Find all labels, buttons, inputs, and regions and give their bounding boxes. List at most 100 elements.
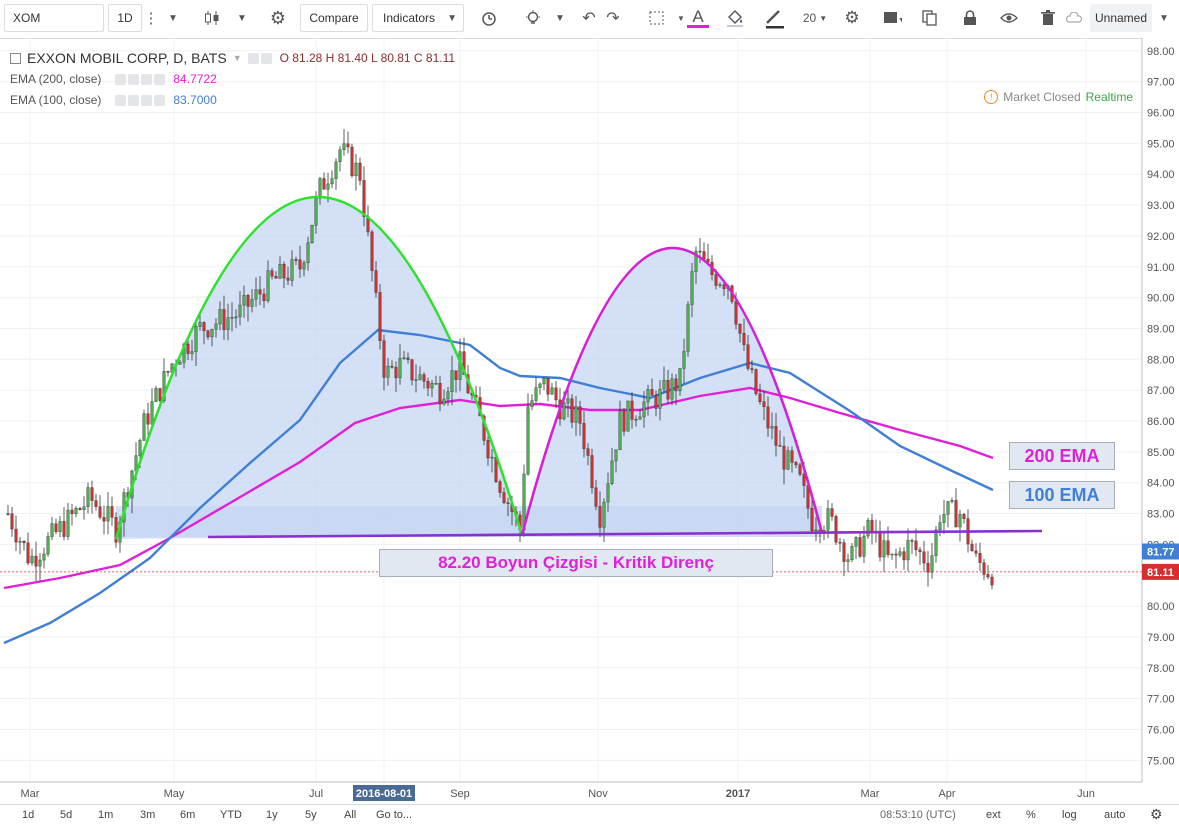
legend-ema100[interactable]: EMA (100, close) 83.7000 [10,93,217,107]
pencil-icon[interactable] [758,4,790,32]
candle-body [402,357,406,360]
candle-body [562,402,566,420]
range-button-3m[interactable]: 3m [136,809,159,821]
candle [854,536,858,560]
text-color-icon[interactable]: A [684,4,712,32]
interval-select[interactable]: 1D [108,4,142,32]
candle-body [546,377,550,395]
candle-body [310,224,314,244]
legend-action-icons[interactable] [247,51,274,65]
compare-button[interactable]: Compare [300,4,368,32]
option-button-log[interactable]: log [1058,809,1081,821]
candle [990,573,994,590]
collapse-icon[interactable] [10,52,21,64]
lock-icon[interactable] [956,4,984,32]
candle-body [238,304,242,318]
time-tick-label: Mar [21,788,40,800]
range-button-1d[interactable]: 1d [18,809,38,821]
candle-body [702,251,706,260]
candle [942,499,946,534]
settings-gear-icon[interactable]: ⚙ [1146,806,1167,823]
ema200-action-icons[interactable] [115,72,167,86]
trash-icon[interactable] [1034,4,1062,32]
candle [310,224,314,244]
chart-area[interactable]: 75.0076.0077.0078.0079.0080.0081.0082.00… [0,38,1179,807]
candle [846,553,850,572]
title-dropdown-icon[interactable]: ▼ [233,53,242,63]
option-button-auto[interactable]: auto [1100,809,1129,821]
cloud-icon[interactable] [1064,4,1084,32]
compare-label: Compare [309,11,359,25]
candle-body [6,513,10,515]
candle-body [606,483,610,503]
line-width-select[interactable]: 20 ▼ [798,4,832,32]
range-button-all[interactable]: All [340,809,360,821]
candle [982,558,986,581]
eye-icon[interactable] [994,4,1024,32]
clone-icon[interactable] [914,4,948,32]
ema200-annotation[interactable]: 200 EMA [1009,442,1115,470]
time-tick-label: May [164,788,185,800]
interval-text: 1D [117,11,133,25]
ideas-dropdown-icon[interactable]: ▼ [550,4,570,32]
undo-icon[interactable]: ↶ [578,4,600,32]
candle [590,448,594,494]
more-vertical-icon[interactable]: ⋮ [144,4,159,32]
candle-body [350,146,354,177]
range-button-ytd[interactable]: YTD [216,809,246,821]
time-tick-label: Sep [450,788,470,800]
option-button-percent[interactable]: % [1022,809,1040,821]
fill-bucket-icon[interactable] [720,4,750,32]
ema100-annotation[interactable]: 100 EMA [1009,481,1115,509]
candle-body [430,383,434,389]
candle-body [690,271,694,305]
candle-body [438,383,442,405]
candle-body [18,541,22,543]
interval-dropdown-icon[interactable]: ▼ [162,4,184,32]
candle [342,129,346,156]
candle-body [246,295,250,307]
candle-body [770,426,774,429]
candle [950,497,954,504]
range-button-5y[interactable]: 5y [301,809,321,821]
gear-icon[interactable]: ⚙ [262,4,294,32]
candle-body [418,374,422,380]
price-chart[interactable]: 75.0076.0077.0078.0079.0080.0081.0082.00… [0,38,1179,807]
range-button-1y[interactable]: 1y [262,809,282,821]
selection-box-icon[interactable] [640,4,674,32]
candle-body [50,523,54,537]
chart-type-dropdown-icon[interactable]: ▼ [232,4,252,32]
indicators-button[interactable]: Indicators ▼ [372,4,464,32]
alert-clock-icon[interactable] [474,4,504,32]
candle-body [370,231,374,271]
redo-icon[interactable]: ↷ [602,4,624,32]
candles-icon[interactable] [194,4,230,32]
candle-body [566,398,570,404]
layout-name-button[interactable]: Unnamed [1090,4,1152,32]
candle [538,382,542,395]
candle [878,520,882,562]
candle-body [598,506,602,528]
candle-body [250,298,254,307]
legend-ema200[interactable]: EMA (200, close) 84.7722 [10,72,217,86]
ema100-action-icons[interactable] [115,93,167,107]
candle-body [86,487,90,507]
range-button-6m[interactable]: 6m [176,809,199,821]
time-tick-label: 2016-08-01 [356,788,412,800]
candle-body [54,523,58,532]
candle [830,503,834,521]
range-button-5d[interactable]: 5d [56,809,76,821]
range-button-1m[interactable]: 1m [94,809,117,821]
option-button-ext[interactable]: ext [982,809,1005,821]
goto-button[interactable]: Go to... [372,809,416,821]
layers-icon[interactable]: ▼ [874,4,910,32]
symbol-input[interactable]: XOM [4,4,104,32]
candle-body [242,295,246,306]
layout-dropdown-icon[interactable]: ▼ [1154,4,1174,32]
neckline-annotation[interactable]: 82.20 Boyun Çizgisi - Kritik Direnç [379,549,773,577]
lightbulb-icon[interactable] [518,4,548,32]
candle-body [270,270,274,277]
drawing-settings-icon[interactable]: ⚙ [838,4,866,32]
info-icon[interactable]: ! [984,90,999,104]
candle-body [878,531,882,558]
